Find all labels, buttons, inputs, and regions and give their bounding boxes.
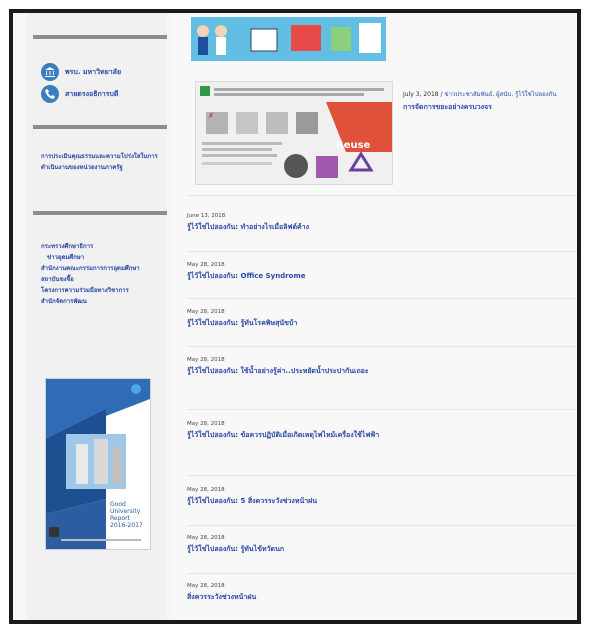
good-university-report-banner[interactable]: Good University Report 2016-2017 [45,378,151,550]
post-title[interactable]: รู้ไว้ใช่ไปลองกัน: Office Syndrome [187,271,577,282]
post-title[interactable]: รู้ไว้ใช่ไปลองกัน: รู้ทันโรคพิษสุนัขบ้า [187,318,577,329]
sidebar: พรบ. มหาวิทยาลัย สายตรงอธิการบดี การประเ… [27,13,167,620]
post-separator [187,195,577,196]
sidebar-menu: กระทรวงศึกษาธิการ ข่าวอุดมศึกษา สำนักงาน… [41,241,165,307]
post-title[interactable]: รู้ไว้ใช่ไปลองกัน: ใช้น้ำอย่างรู้ค่า..ปร… [187,366,417,377]
page-frame: พรบ. มหาวิทยาลัย สายตรงอธิการบดี การประเ… [9,9,581,624]
feature-post-title[interactable]: การจัดการขยะอย่างครบวงจร [403,102,492,113]
post-separator [187,251,577,252]
meta-separator: / [440,91,443,98]
post-date: July 3, 2018 [403,91,439,98]
post-date: May 28, 2018 [187,583,225,589]
post-separator [187,298,577,299]
cartoon-banner-image [191,17,386,61]
sidebar-link-label: สายตรงอธิการบดี [65,89,119,98]
sidebar-divider [33,125,167,129]
post-separator [187,346,577,347]
post-item: May 28, 2018 รู้ไว้ใช่ไปลองกัน: รู้ทันโร… [187,309,577,329]
post-separator [187,409,577,410]
post-categories[interactable]: ข่าวประชาสัมพันธ์, ผู้สนับ, รู้ไว้ใช่ไปล… [444,91,556,98]
post-date: June 13, 2018 [187,213,226,219]
feature-post-image[interactable]: ✗ Reuse [195,81,393,185]
post-title[interactable]: สิ่งควรระวังช่วงหน้าฝน [187,592,577,603]
recycling-infographic-image: ✗ Reuse [196,82,392,184]
sidebar-menu-item[interactable]: ข่าวอุดมศึกษา [41,252,165,263]
sidebar-divider [33,211,167,215]
main-content: ✗ Reuse July 3, 2018 / ข่าวประชาสัมพันธ์… [173,13,577,620]
post-title[interactable]: รู้ไว้ใช่ไปลองกัน: รู้ทันไข้หวัดนก [187,544,577,555]
reuse-label: Reuse [336,140,371,151]
post-item: June 13, 2018 รู้ไว้ใช่ไปลองกัน: ทำอย่าง… [187,213,577,233]
post-title[interactable]: รู้ไว้ใช่ไปลองกัน: ข้อควรปฏิบัติเมื่อเกิ… [187,430,417,441]
post-item: May 28, 2018 รู้ไว้ใช่ไปลองกัน: ใช้น้ำอย… [187,357,417,377]
post-separator [187,475,577,476]
post-item: May 28, 2018 รู้ไว้ใช่ไปลองกัน: 5 สิ่งคว… [187,487,577,507]
university-icon [41,63,59,81]
post-date: May 28, 2018 [187,487,225,493]
post-title[interactable]: รู้ไว้ใช่ไปลองกัน: 5 สิ่งควรระวังช่วงหน้… [187,496,577,507]
post-title[interactable]: รู้ไว้ใช่ไปลองกัน: ทำอย่างไรเมื่อลิฟต์ค้… [187,222,577,233]
sidebar-link-label: พรบ. มหาวิทยาลัย [65,67,122,76]
sidebar-link-president-hotline[interactable]: สายตรงอธิการบดี [41,85,118,103]
sidebar-menu-item[interactable]: สำนักจัดการพัฒน [41,296,165,307]
post-date: May 28, 2018 [187,421,225,427]
post-date: May 28, 2018 [187,535,225,541]
post-separator [187,573,577,574]
banner-image[interactable] [191,17,386,61]
sidebar-menu-item[interactable]: กระทรวงศึกษาธิการ [41,241,165,252]
phone-icon [41,85,59,103]
post-item: May 28, 2018 รู้ไว้ใช่ไปลองกัน: Office S… [187,262,577,282]
sidebar-divider [33,35,167,39]
svg-text:✗: ✗ [208,112,214,120]
sidebar-link-university-act[interactable]: พรบ. มหาวิทยาลัย [41,63,121,81]
post-item: May 28, 2018 รู้ไว้ใช่ไปลองกัน: รู้ทันไข… [187,535,577,555]
post-date: May 28, 2018 [187,309,225,315]
report-title: Good University Report 2016-2017 [110,501,143,529]
post-item: May 28, 2018 สิ่งควรระวังช่วงหน้าฝน [187,583,577,603]
post-separator [187,525,577,526]
sidebar-menu-item[interactable]: โครงการความร่วมมือทางวิชาการ [41,285,165,296]
post-date: May 28, 2018 [187,357,225,363]
post-date: May 28, 2018 [187,262,225,268]
sidebar-menu-item[interactable]: สำนักงานคณะกรรมการการอุดมศึกษา [41,263,165,274]
sidebar-menu-item[interactable]: สถาบันขงจื๊อ [41,274,165,285]
feature-post-meta: July 3, 2018 / ข่าวประชาสัมพันธ์, ผู้สนั… [403,89,556,99]
ita-assessment-link[interactable]: การประเมินคุณธรรมและความโปร่งใสในการดำเน… [41,151,165,173]
post-item: May 28, 2018 รู้ไว้ใช่ไปลองกัน: ข้อควรปฏ… [187,421,417,441]
